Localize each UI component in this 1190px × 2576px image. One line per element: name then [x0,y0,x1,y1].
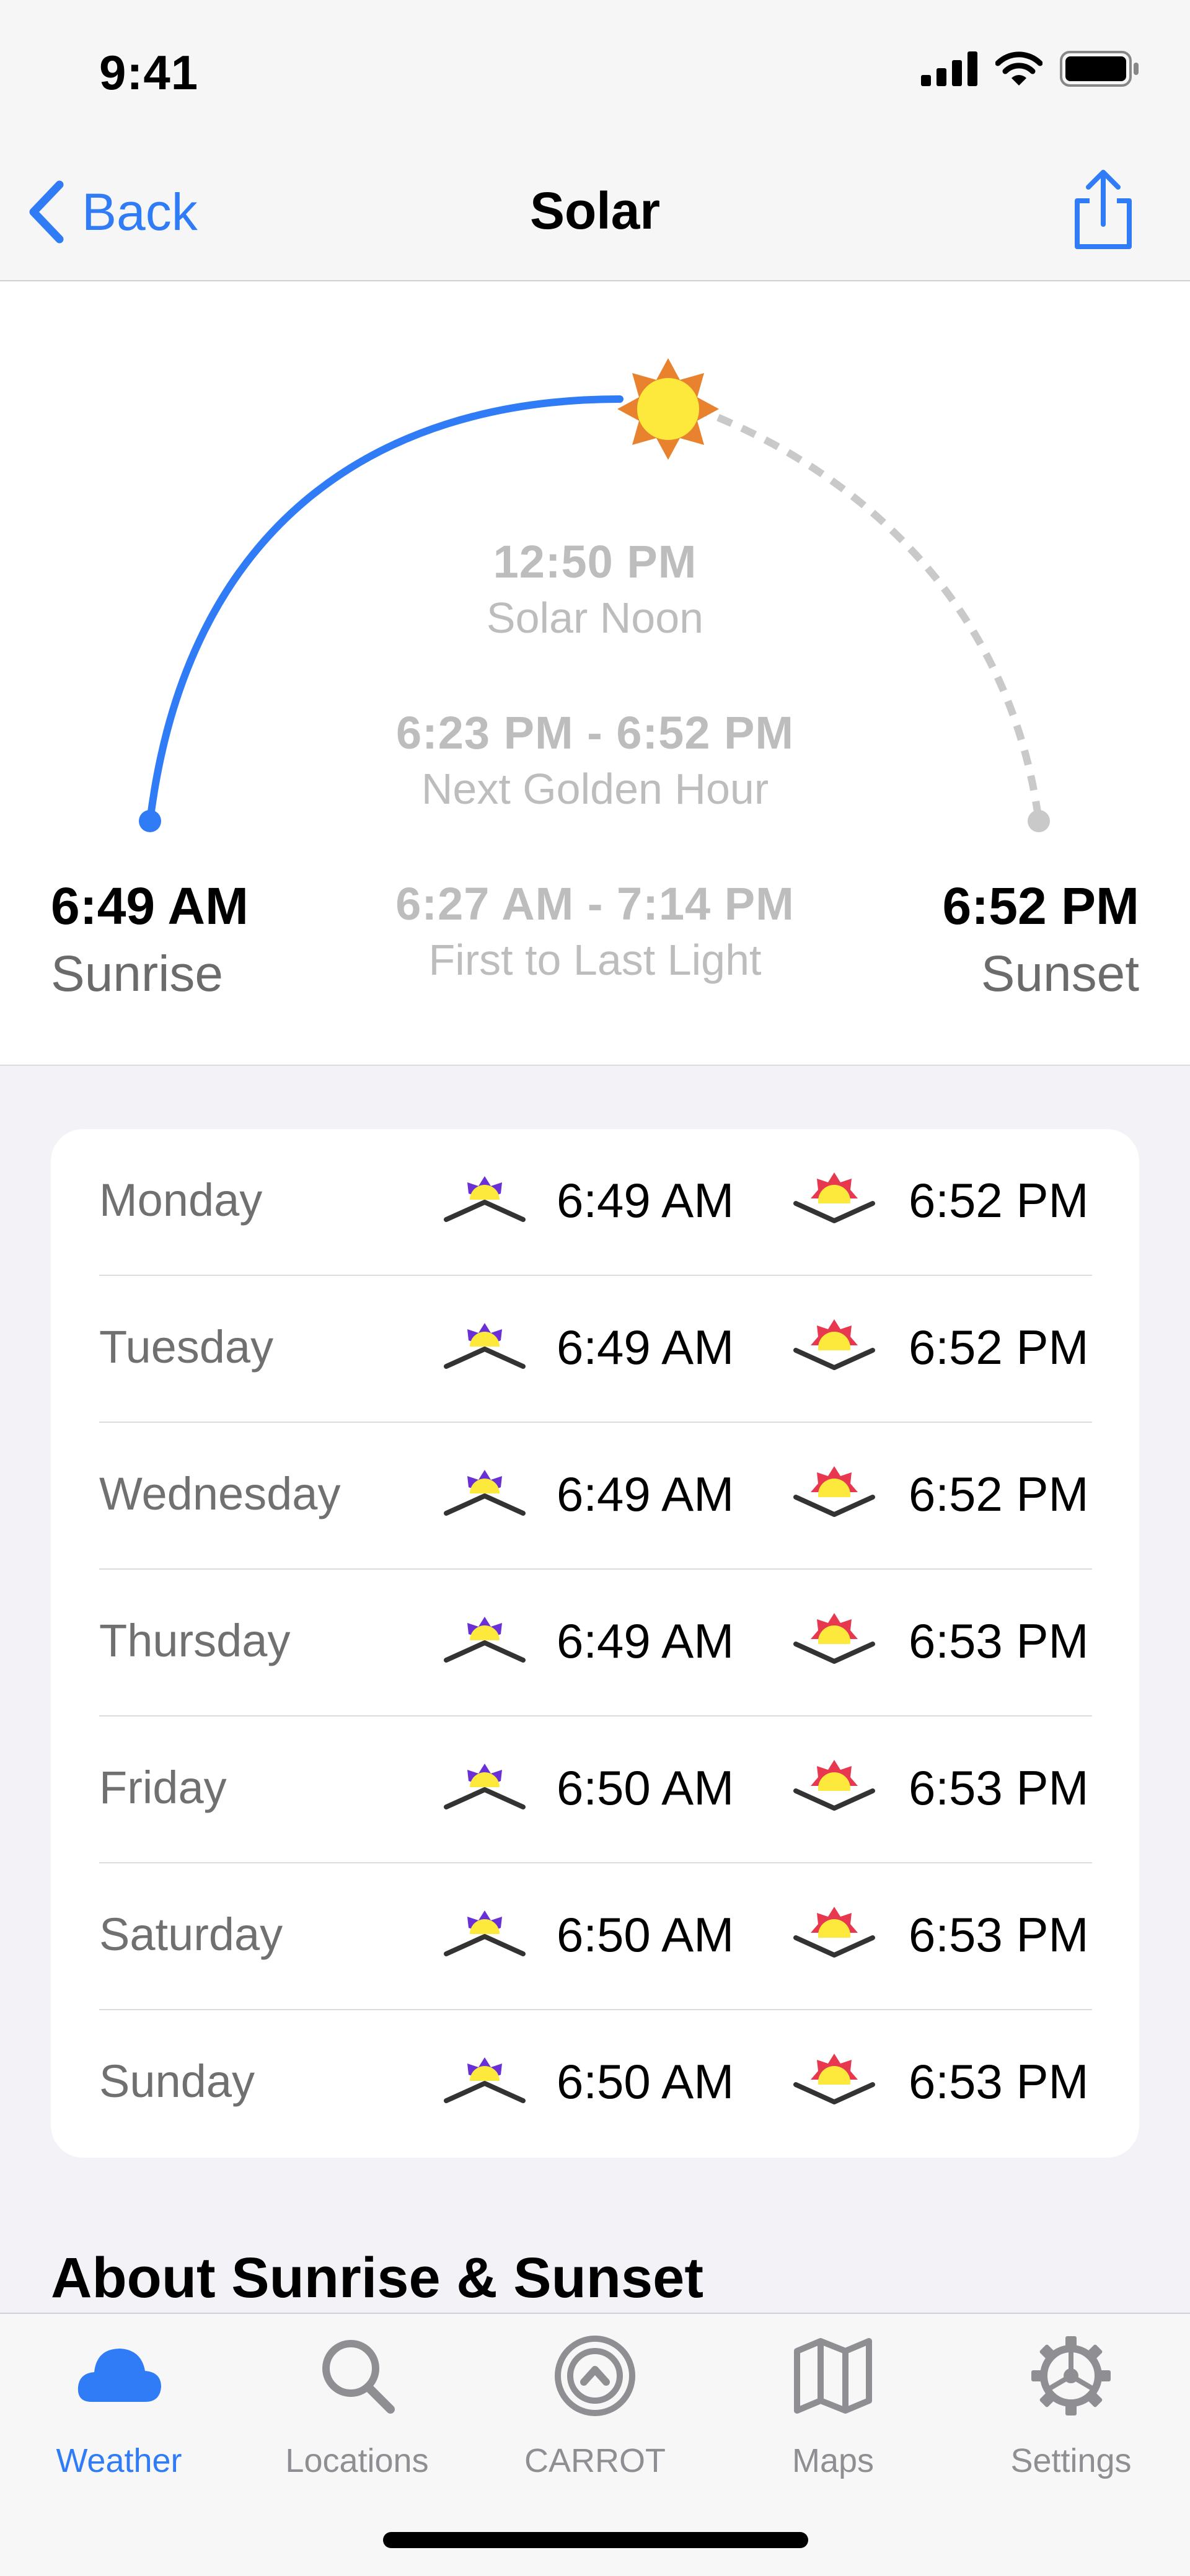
tab-settings[interactable]: Settings [952,2332,1190,2481]
sunset-icon [791,1760,878,1819]
sunset-time: 6:53 PM [909,1761,1089,1815]
sunset-icon [791,1466,878,1526]
day-label: Tuesday [99,1321,274,1373]
sunrise-block: 6:49 AM Sunrise [51,876,249,1003]
tab-label: Maps [791,2442,875,2479]
sunrise-label: Sunrise [51,946,224,1002]
sunset-icon [791,1319,878,1379]
sunrise-icon [441,2057,528,2113]
status-icons [921,51,1140,87]
solar-noon-label: Solar Noon [486,594,704,642]
sunrise-time: 6:50 AM [557,1907,734,1962]
status-bar: 9:41 [0,0,1190,149]
sunset-time: 6:53 PM [909,1614,1089,1668]
sunset-time: 6:52 PM [909,1467,1089,1521]
weekly-sun-times-card: Monday 6:49 AM 6:52 PM Tuesday 6:49 AM 6… [51,1129,1139,2158]
sunrise-icon [441,1323,528,1379]
sunset-label: Sunset [981,946,1139,1002]
sunrise-time: 6:50 AM [557,1761,734,1815]
cloud-icon [77,2349,161,2402]
navigation-bar: Back Solar [0,149,1190,281]
solar-noon-time: 12:50 PM [493,536,697,587]
tab-maps[interactable]: Maps [714,2332,952,2481]
golden-hour-time: 6:23 PM - 6:52 PM [395,707,795,758]
sunrise-icon [441,1764,528,1819]
golden-hour-label: Next Golden Hour [421,765,769,813]
sunrise-time: 6:49 AM [51,877,249,935]
sunset-icon [791,1907,878,1966]
share-icon[interactable] [1066,167,1140,254]
cellular-signal-icon [921,51,977,86]
solar-panel: 12:50 PM Solar Noon 6:23 PM - 6:52 PM Ne… [0,281,1190,1066]
sunset-time: 6:52 PM [942,877,1139,935]
day-label: Thursday [99,1615,291,1666]
gear-icon [1031,2336,1111,2416]
sunrise-icon [441,1910,528,1966]
sunset-time: 6:52 PM [909,1173,1089,1228]
day-label: Sunday [99,2055,255,2107]
carrot-icon [555,2336,635,2416]
tab-label: Weather [56,2442,182,2479]
battery-icon [1060,51,1139,87]
table-row: Monday 6:49 AM 6:52 PM [99,1129,1092,1276]
sunrise-icon [441,1617,528,1673]
golden-hour-block: 6:23 PM - 6:52 PM Next Golden Hour [0,706,1190,814]
sunrise-time: 6:49 AM [557,1614,734,1668]
sunset-icon [791,1613,878,1673]
tab-carrot[interactable]: CARROT [476,2332,714,2481]
day-label: Saturday [99,1909,283,1960]
home-indicator[interactable] [383,2532,808,2548]
tab-label: Settings [1010,2442,1132,2479]
sunset-time: 6:53 PM [909,2054,1089,2109]
table-row: Tuesday 6:49 AM 6:52 PM [99,1276,1092,1423]
status-time: 9:41 [99,45,199,100]
sunrise-time: 6:49 AM [557,1173,734,1228]
sunset-icon [791,1172,878,1232]
sunset-time: 6:52 PM [909,1320,1089,1374]
tab-label: Locations [285,2442,429,2479]
sunset-icon [791,2054,878,2113]
table-row: Wednesday 6:49 AM 6:52 PM [99,1423,1092,1570]
day-label: Wednesday [99,1468,341,1519]
wifi-icon [995,51,1042,86]
tab-label: CARROT [524,2442,666,2479]
table-row: Friday 6:50 AM 6:53 PM [99,1717,1092,1863]
day-label: Monday [99,1174,263,1226]
sunrise-icon [441,1176,528,1232]
sunrise-time: 6:50 AM [557,2054,734,2109]
map-icon [794,2338,872,2414]
search-icon [322,2340,395,2414]
solar-screen: 9:41 Back Solar 12:50 PM Solar Noon 6:23… [0,0,1190,2576]
sunrise-icon [441,1470,528,1526]
table-row: Thursday 6:49 AM 6:53 PM [99,1570,1092,1717]
about-section-title: About Sunrise & Sunset [51,2246,703,2310]
sunrise-time: 6:49 AM [557,1467,734,1521]
tab-weather[interactable]: Weather [0,2332,238,2481]
tab-locations[interactable]: Locations [238,2332,476,2481]
table-row: Sunday 6:50 AM 6:53 PM [99,2010,1092,2157]
solar-noon-block: 12:50 PM Solar Noon [0,535,1190,643]
sunset-block: 6:52 PM Sunset [943,876,1139,1003]
table-row: Saturday 6:50 AM 6:53 PM [99,1863,1092,2010]
sun-icon [617,358,719,460]
page-title: Solar [529,182,661,240]
day-label: Friday [99,1762,227,1813]
sunrise-time: 6:49 AM [557,1320,734,1374]
sunset-time: 6:53 PM [909,1907,1089,1962]
